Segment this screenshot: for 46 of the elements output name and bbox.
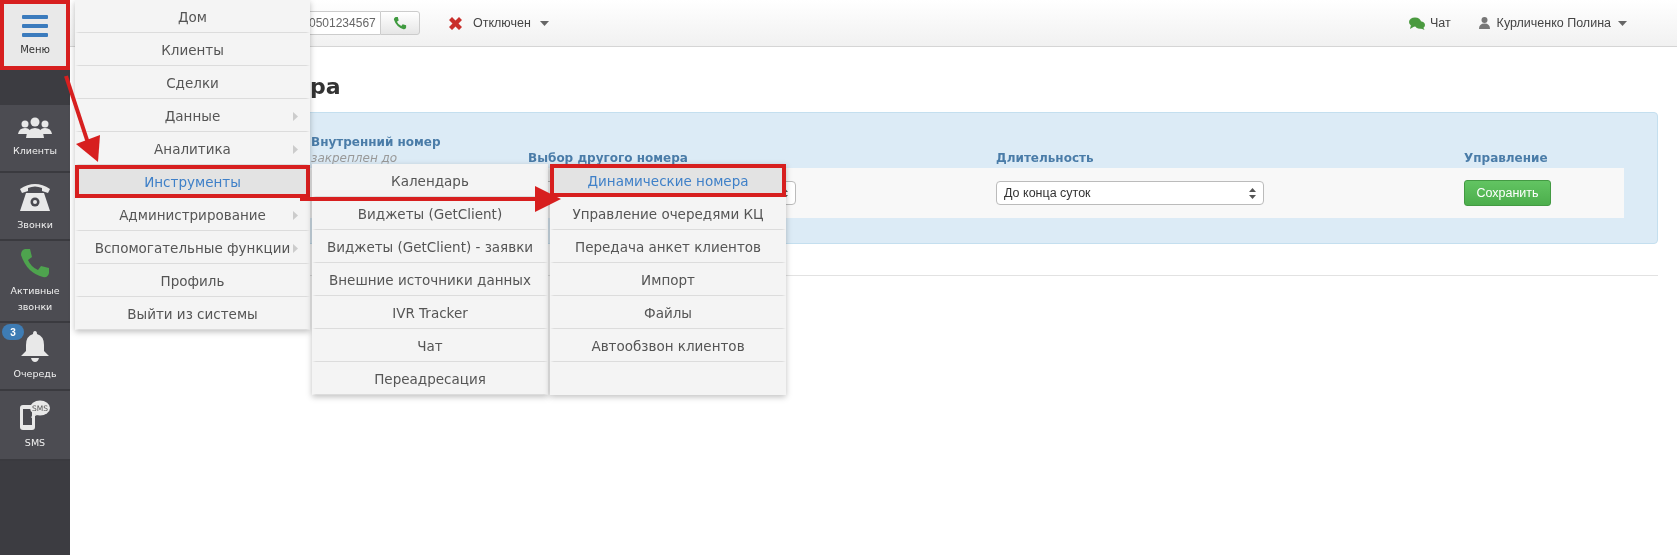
menu-item[interactable]: Внешние источники данных <box>312 263 548 296</box>
menu-item[interactable]: Профиль <box>75 264 310 297</box>
menu-item[interactable]: Виджеты (GetClient) - заявки <box>312 230 548 263</box>
sidebar-item[interactable]: 3 Очередь <box>0 323 70 391</box>
bell-icon <box>20 330 50 362</box>
menu-item[interactable]: Файлы <box>550 296 786 329</box>
menu-item[interactable]: Чат <box>312 329 548 362</box>
menu-icon <box>22 15 48 37</box>
phone-handset-icon <box>19 247 51 279</box>
sidebar-item[interactable]: Клиенты <box>0 105 70 173</box>
count-badge: 3 <box>2 324 24 340</box>
menu-item[interactable]: Клиенты <box>75 33 310 66</box>
sort-arrows-icon <box>1249 187 1256 199</box>
menu-button[interactable]: Меню <box>0 0 70 70</box>
menu-item[interactable]: Автообзвон клиентов <box>550 329 786 362</box>
duration-select[interactable]: До конца суток <box>996 181 1264 205</box>
chat-icon <box>1408 16 1425 30</box>
column-heading: Управление <box>1464 151 1549 165</box>
menu-item[interactable]: Администрирование <box>75 198 310 231</box>
menu-item[interactable]: Сделки <box>75 66 310 99</box>
menu-item[interactable]: Дом <box>75 0 310 33</box>
menu-item[interactable]: Вспомогательные функции <box>75 231 310 264</box>
caret-icon <box>539 20 549 26</box>
menu-item[interactable]: Передача анкет клиентов <box>550 230 786 263</box>
user-dropdown[interactable]: Курличенко Полина <box>1478 16 1627 30</box>
menu-item[interactable]: IVR Tracker <box>312 296 548 329</box>
chat-link[interactable]: Чат <box>1408 16 1451 30</box>
caret-icon <box>1618 20 1627 26</box>
menu-item[interactable]: Выйти из системы <box>75 297 310 330</box>
column-note: закреплен до <box>311 151 399 165</box>
status-dropdown[interactable]: Отключен <box>447 14 549 32</box>
phone-icon <box>393 16 407 30</box>
sidebar-item[interactable]: Активные звонки <box>0 241 70 323</box>
phone-number-field[interactable]: 0501234567 <box>307 11 380 35</box>
people-icon <box>18 117 52 139</box>
person-icon <box>1478 17 1490 29</box>
sidebar-item[interactable]: Звонки <box>0 173 70 241</box>
page-title: ра <box>310 74 342 101</box>
column-heading: Внутренний номер <box>311 135 442 149</box>
column-heading: Выбор другого номера <box>528 151 689 165</box>
menu-item[interactable]: Данные <box>75 99 310 132</box>
cross-icon <box>447 14 464 32</box>
menu-item[interactable]: Импорт <box>550 263 786 296</box>
column-heading: Длительность <box>996 151 1095 165</box>
menu-item[interactable]: Переадресация <box>312 362 548 395</box>
call-button[interactable] <box>380 11 420 35</box>
